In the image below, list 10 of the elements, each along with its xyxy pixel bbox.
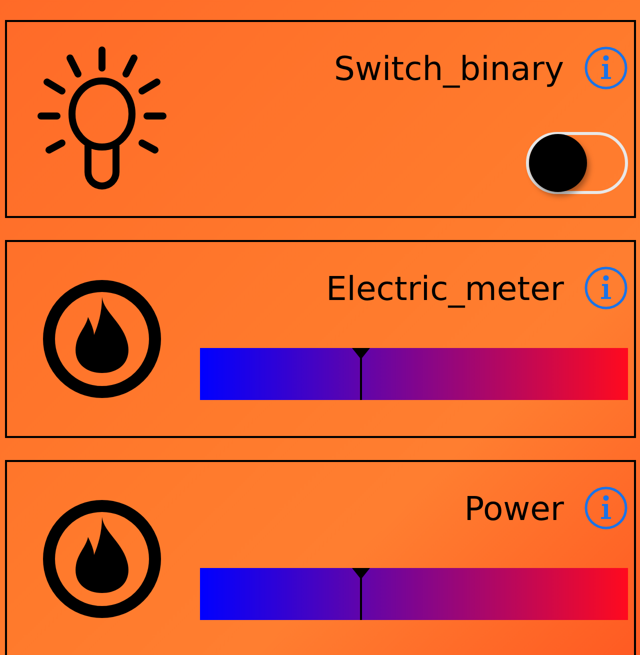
device-title: Switch_binary bbox=[334, 48, 564, 88]
flame-icon bbox=[42, 279, 162, 399]
info-icon[interactable] bbox=[584, 46, 628, 90]
toggle-switch[interactable] bbox=[526, 132, 628, 194]
device-title: Power bbox=[464, 488, 564, 528]
light-bulb-icon bbox=[37, 46, 167, 192]
info-icon[interactable] bbox=[584, 266, 628, 310]
device-title: Electric_meter bbox=[326, 268, 564, 308]
info-icon[interactable] bbox=[584, 486, 628, 530]
flame-icon bbox=[42, 499, 162, 619]
